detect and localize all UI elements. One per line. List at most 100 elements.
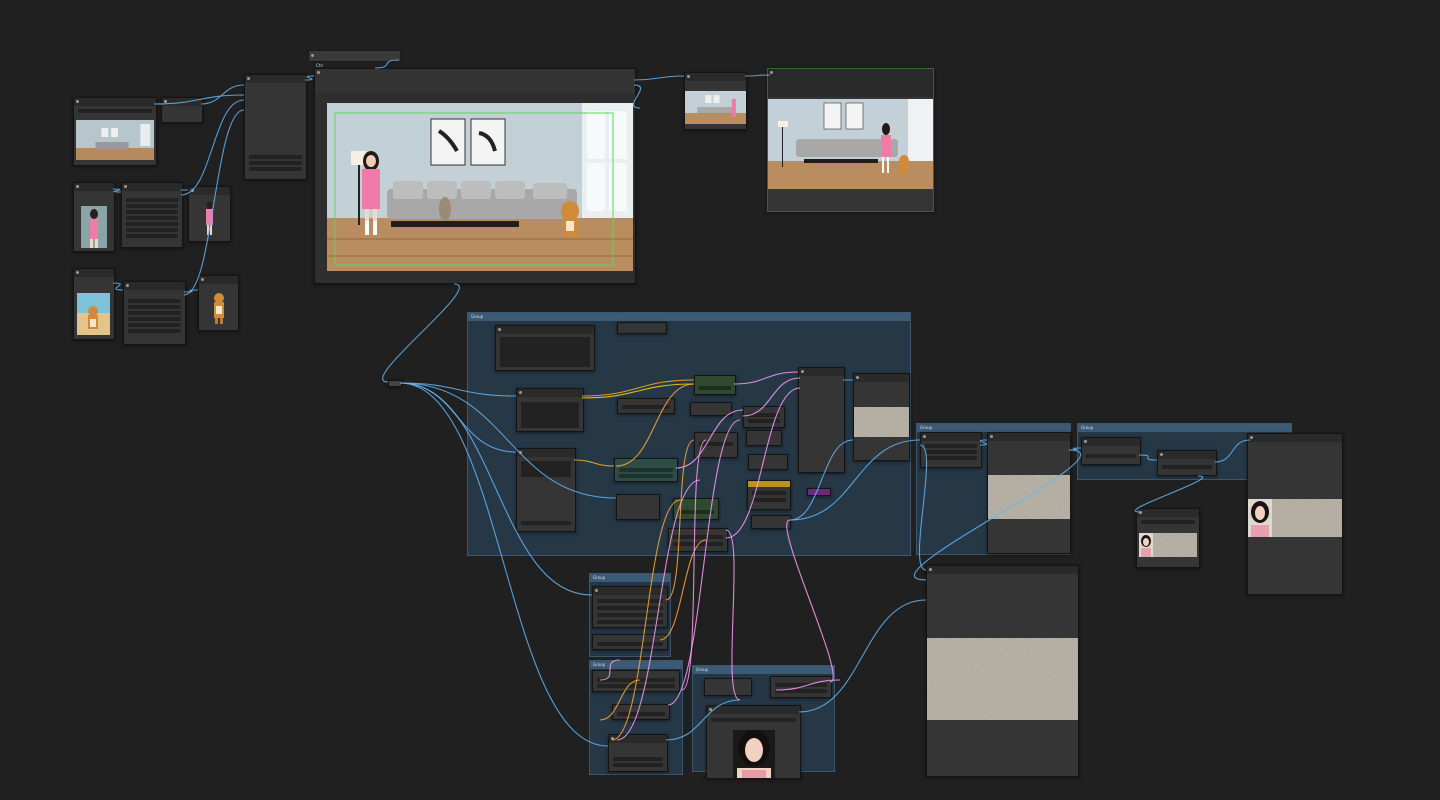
node-widget[interactable] — [128, 311, 181, 315]
node-widget[interactable] — [597, 684, 675, 688]
node-widget[interactable] — [521, 461, 571, 477]
compare-node-large[interactable] — [1247, 433, 1343, 595]
node-widget[interactable] — [622, 405, 670, 409]
node-widget[interactable] — [597, 613, 663, 617]
node-widget[interactable] — [597, 642, 663, 646]
small-node-c[interactable] — [616, 494, 660, 520]
group-header[interactable]: Group — [1078, 424, 1291, 432]
node-dot-icon[interactable] — [164, 100, 167, 103]
node-widget[interactable] — [1162, 465, 1212, 469]
node-titlebar[interactable] — [315, 69, 635, 93]
preview-large-node[interactable] — [767, 68, 934, 212]
node-widget[interactable] — [925, 444, 977, 448]
node-titlebar[interactable] — [1137, 509, 1199, 517]
node-widget[interactable] — [128, 323, 181, 327]
checkpoint-loader-node[interactable] — [592, 586, 668, 628]
node-titlebar[interactable] — [593, 587, 667, 595]
node-dot-icon[interactable] — [201, 278, 204, 281]
node-titlebar[interactable] — [162, 98, 202, 106]
node-widget[interactable] — [1141, 520, 1195, 524]
upscale-settings-node[interactable] — [920, 432, 982, 468]
node-graph-canvas[interactable]: Group Group Group Group Group Group Ctrl — [0, 0, 1440, 800]
node-widget[interactable] — [748, 419, 780, 423]
vae-loader-node[interactable] — [592, 634, 668, 650]
node-titlebar[interactable] — [124, 282, 185, 290]
node-widget[interactable] — [673, 542, 723, 546]
node-dot-icon[interactable] — [247, 77, 250, 80]
node-widget[interactable] — [597, 678, 675, 682]
preview-girl-cutout-node[interactable] — [188, 186, 231, 242]
node-widget[interactable] — [711, 718, 796, 722]
node-dot-icon[interactable] — [191, 189, 194, 192]
preview-dog-cutout-node[interactable] — [198, 275, 239, 331]
node-widget[interactable] — [249, 167, 302, 171]
vae-decode-node[interactable] — [798, 367, 845, 473]
node-dot-icon[interactable] — [929, 568, 932, 571]
text-encode-node-a[interactable] — [516, 388, 584, 432]
lora-loader-node[interactable] — [612, 704, 670, 720]
small-node-f[interactable] — [743, 406, 785, 428]
load-image-room-node[interactable] — [73, 97, 157, 166]
prompt-textarea[interactable] — [500, 337, 590, 367]
small-header-node[interactable] — [308, 50, 401, 62]
group-header[interactable]: Group — [693, 666, 834, 674]
node-titlebar[interactable] — [988, 433, 1070, 441]
node-dot-icon[interactable] — [76, 100, 79, 103]
node-widget[interactable] — [925, 450, 977, 454]
node-widget[interactable] — [126, 216, 178, 220]
small-node-d[interactable] — [690, 402, 732, 416]
preview-gray-node-b[interactable] — [987, 432, 1071, 554]
node-dot-icon[interactable] — [923, 435, 926, 438]
node-titlebar[interactable] — [799, 368, 844, 376]
node-widget[interactable] — [775, 683, 827, 687]
node-widget[interactable] — [126, 222, 178, 226]
preview-gray-node-a[interactable] — [853, 373, 910, 461]
node-titlebar[interactable] — [1158, 451, 1216, 459]
node-titlebar[interactable] — [74, 183, 114, 191]
load-image-dog-node[interactable] — [73, 268, 115, 340]
purple-model-node[interactable] — [807, 488, 831, 496]
group-header[interactable]: Group — [590, 574, 670, 582]
node-widget[interactable] — [752, 491, 786, 495]
node-dot-icon[interactable] — [856, 376, 859, 379]
node-dot-icon[interactable] — [709, 708, 712, 711]
node-widget[interactable] — [128, 317, 181, 321]
node-widget[interactable] — [619, 468, 673, 472]
green-conditioning-node-b[interactable] — [673, 498, 719, 520]
node-titlebar[interactable] — [685, 73, 746, 81]
node-titlebar[interactable] — [609, 735, 667, 743]
node-titlebar[interactable] — [854, 374, 909, 382]
text-encode-node-b[interactable] — [516, 448, 576, 532]
node-titlebar[interactable] — [707, 706, 800, 714]
node-dot-icon[interactable] — [1160, 453, 1163, 456]
node-widget[interactable] — [597, 606, 663, 610]
load-face-image-node[interactable] — [706, 705, 801, 779]
node-titlebar[interactable] — [921, 433, 981, 441]
node-dot-icon[interactable] — [124, 185, 127, 188]
group-header[interactable]: Group — [917, 424, 1070, 432]
node-titlebar[interactable] — [517, 449, 575, 457]
node-dot-icon[interactable] — [770, 71, 773, 74]
node-widget[interactable] — [699, 386, 731, 390]
node-dot-icon[interactable] — [519, 391, 522, 394]
node-widget[interactable] — [597, 599, 663, 603]
node-widget[interactable] — [775, 689, 827, 693]
node-dot-icon[interactable] — [126, 284, 129, 287]
yellow-loader-node[interactable] — [747, 480, 791, 510]
node-dot-icon[interactable] — [498, 328, 501, 331]
node-titlebar[interactable] — [496, 326, 594, 334]
node-widget[interactable] — [128, 329, 181, 333]
preview-gray-node-large[interactable] — [926, 565, 1079, 777]
node-widget[interactable] — [752, 498, 786, 502]
node-widget[interactable] — [613, 763, 663, 767]
upscale-node-a[interactable] — [1081, 437, 1141, 465]
canvas-editor-node[interactable]: Ctrl — [314, 63, 636, 284]
small-node-i[interactable] — [751, 515, 791, 529]
clip-loader-node[interactable] — [592, 670, 680, 692]
small-node-b[interactable] — [617, 398, 675, 414]
node-titlebar[interactable] — [122, 183, 182, 191]
node-dot-icon[interactable] — [519, 451, 522, 454]
node-dot-icon[interactable] — [801, 370, 804, 373]
node-widget[interactable] — [673, 535, 723, 539]
node-widget[interactable] — [617, 712, 665, 716]
